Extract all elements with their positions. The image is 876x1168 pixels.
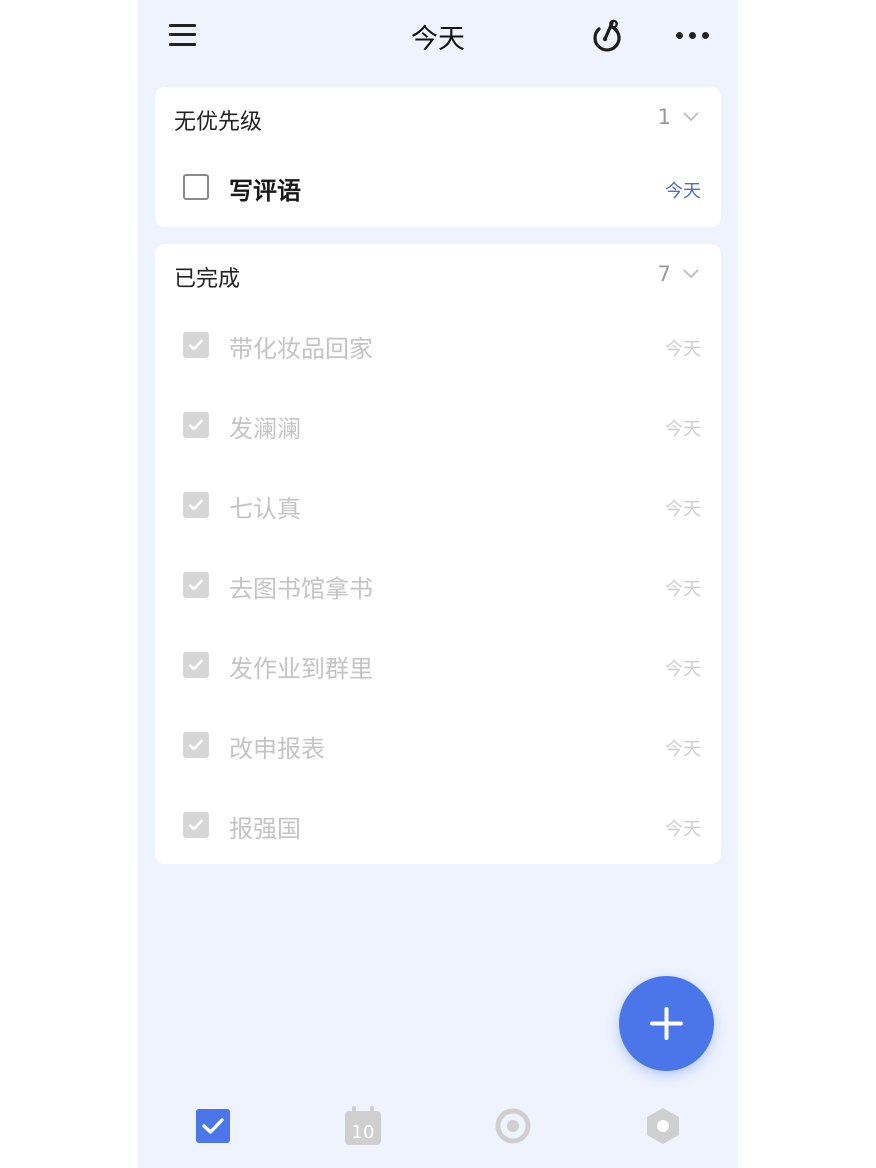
check-icon	[188, 339, 204, 351]
task-checkbox-checked[interactable]	[183, 492, 209, 518]
add-task-button[interactable]	[619, 976, 714, 1071]
task-checkbox-icon	[196, 1109, 230, 1143]
task-checkbox-checked[interactable]	[183, 652, 209, 678]
tab-tasks[interactable]	[193, 1105, 233, 1147]
tab-habit[interactable]	[643, 1105, 683, 1147]
task-checkbox-checked[interactable]	[183, 812, 209, 838]
task-title: 发澜澜	[229, 415, 301, 443]
task-row[interactable]: 七认真 今天	[155, 466, 721, 538]
task-checkbox[interactable]	[183, 174, 209, 200]
task-row[interactable]: 报强国 今天	[155, 786, 721, 858]
task-due-date: 今天	[665, 579, 701, 600]
tab-calendar[interactable]: 10	[343, 1105, 383, 1147]
bottom-tab-bar: 10	[138, 1095, 738, 1159]
check-icon	[188, 499, 204, 511]
task-due-date: 今天	[665, 181, 701, 202]
section-title: 无优先级	[174, 110, 263, 135]
task-title: 写评语	[229, 177, 301, 205]
task-due-date: 今天	[665, 819, 701, 840]
chevron-down-icon	[683, 112, 699, 122]
task-title: 七认真	[229, 495, 301, 523]
hexagon-icon	[647, 1108, 679, 1144]
check-icon	[188, 579, 204, 591]
focus-circle-icon	[495, 1108, 531, 1144]
top-bar: 今天	[138, 0, 738, 76]
more-dots-icon[interactable]	[674, 30, 710, 42]
task-row[interactable]: 发作业到群里 今天	[155, 626, 721, 698]
check-icon	[188, 819, 204, 831]
task-row[interactable]: 写评语 今天	[155, 149, 721, 221]
section-no-priority: 无优先级 1 写评语 今天	[155, 87, 721, 227]
task-title: 带化妆品回家	[229, 335, 373, 363]
task-title: 发作业到群里	[229, 655, 373, 683]
task-due-date: 今天	[665, 659, 701, 680]
focus-timer-icon[interactable]	[590, 18, 622, 54]
section-count: 7	[657, 262, 671, 286]
check-icon	[188, 739, 204, 751]
task-row[interactable]: 发澜澜 今天	[155, 386, 721, 458]
calendar-day-number: 10	[352, 1122, 375, 1143]
app-screen: 今天 无优先级 1 写评语 今天 已完成 7 带化妆品回家 今天 发澜澜 今天 …	[138, 0, 738, 1168]
task-due-date: 今天	[665, 499, 701, 520]
task-row[interactable]: 去图书馆拿书 今天	[155, 546, 721, 618]
task-title: 报强国	[229, 815, 301, 843]
section-count: 1	[657, 105, 671, 129]
check-icon	[188, 419, 204, 431]
page-title: 今天	[411, 24, 465, 55]
plus-icon	[650, 1007, 683, 1040]
calendar-icon: 10	[345, 1106, 381, 1145]
chevron-down-icon	[683, 269, 699, 279]
task-due-date: 今天	[665, 419, 701, 440]
task-row[interactable]: 改申报表 今天	[155, 706, 721, 778]
task-row[interactable]: 带化妆品回家 今天	[155, 306, 721, 378]
task-checkbox-checked[interactable]	[183, 412, 209, 438]
task-due-date: 今天	[665, 339, 701, 360]
check-icon	[188, 659, 204, 671]
section-header[interactable]: 已完成 7	[155, 244, 721, 306]
section-completed: 已完成 7 带化妆品回家 今天 发澜澜 今天 七认真 今天 去图书馆拿书 今天 …	[155, 244, 721, 864]
section-title: 已完成	[174, 267, 241, 292]
tab-focus[interactable]	[493, 1105, 533, 1147]
task-checkbox-checked[interactable]	[183, 332, 209, 358]
task-title: 去图书馆拿书	[229, 575, 373, 603]
section-header[interactable]: 无优先级 1	[155, 87, 721, 149]
task-checkbox-checked[interactable]	[183, 572, 209, 598]
task-checkbox-checked[interactable]	[183, 732, 209, 758]
task-due-date: 今天	[665, 739, 701, 760]
task-title: 改申报表	[229, 735, 325, 763]
